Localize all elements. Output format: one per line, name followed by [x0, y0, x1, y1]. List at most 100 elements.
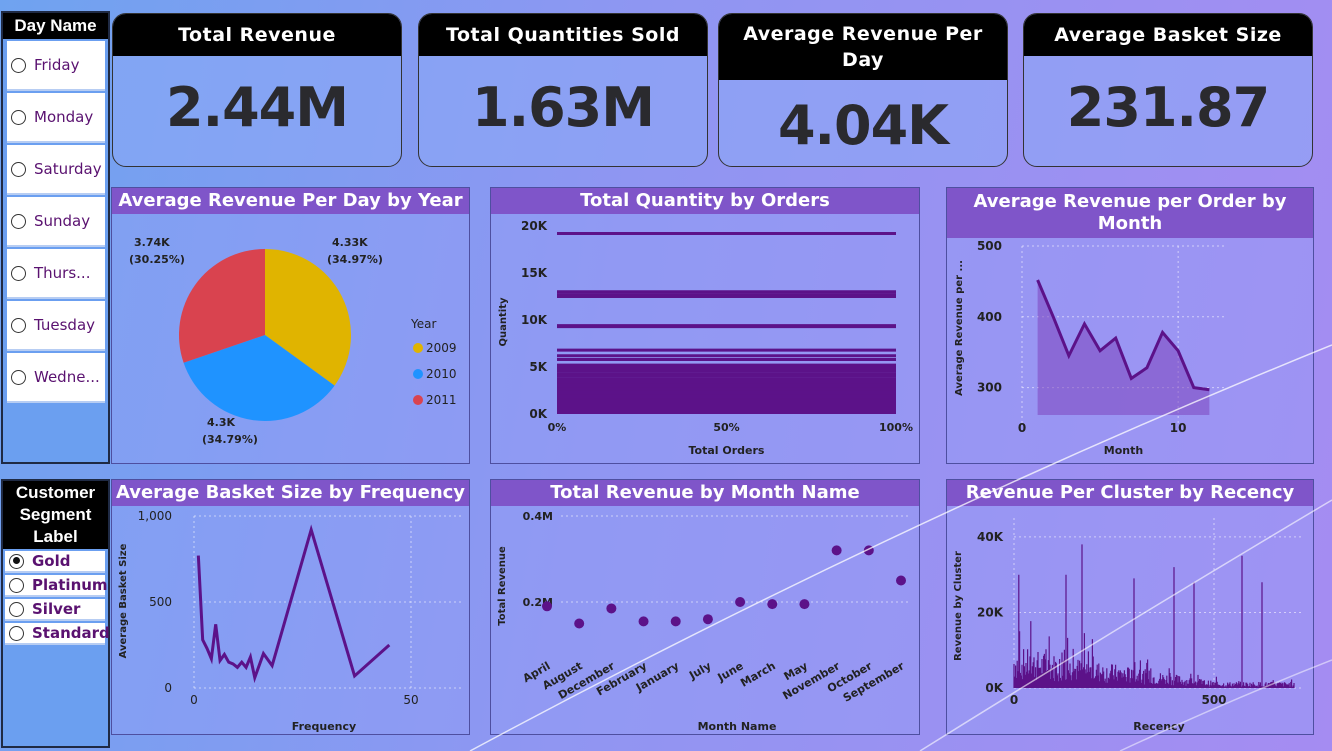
- y-tick-label: 400: [977, 310, 1002, 324]
- x-tick-label: 0: [1010, 693, 1018, 707]
- quantity-bar: [557, 399, 896, 414]
- day-option[interactable]: Friday: [7, 41, 105, 91]
- y-tick-label: 500: [149, 595, 172, 609]
- kpi-value: 2.44M: [166, 76, 349, 139]
- series-line: [196, 524, 391, 684]
- day-option[interactable]: Thurs...: [7, 249, 105, 299]
- chart-title: Average Revenue Per Day by Year: [112, 188, 469, 214]
- kpi-avg-revenue-day: Average Revenue Per Day 4.04K: [718, 13, 1008, 167]
- day-option-label: Monday: [34, 108, 94, 126]
- segment-option-label: Standard: [32, 624, 110, 642]
- x-tick-label: 10: [1170, 421, 1187, 435]
- radio-icon[interactable]: [9, 577, 24, 593]
- chart-title: Average Basket Size by Frequency: [112, 480, 469, 506]
- chart-basket-freq-panel: Average Basket Size by Frequency 0 500 1,0…: [111, 479, 470, 735]
- day-option[interactable]: Saturday: [7, 145, 105, 195]
- day-option-label: Sunday: [34, 212, 91, 230]
- y-tick-label: 0K: [529, 407, 547, 421]
- data-point: [735, 597, 746, 607]
- chart-title: Total Quantity by Orders: [491, 188, 919, 214]
- data-point: [606, 603, 617, 614]
- data-point: [831, 545, 842, 556]
- y-tick-label: 1,000: [138, 509, 172, 523]
- legend-label: 2011: [426, 393, 457, 407]
- y-tick-label: 500: [977, 239, 1002, 253]
- y-tick-label: 40K: [977, 530, 1004, 544]
- chart-title: Revenue Per Cluster by Recency: [947, 480, 1313, 506]
- rev-month-name-chart: 0.2M0.4MAprilAugustDecemberFebruaryJanua…: [497, 510, 911, 733]
- area-fill: [1037, 279, 1210, 415]
- data-point: [799, 599, 810, 610]
- legend-marker: [413, 343, 423, 353]
- x-tick-label: 0%: [548, 421, 567, 434]
- y-tick-label: 0.4M: [523, 510, 553, 523]
- day-option[interactable]: Monday: [7, 93, 105, 143]
- x-axis-label: Frequency: [292, 720, 356, 733]
- radio-icon[interactable]: [9, 625, 24, 641]
- x-axis-label: Total Orders: [689, 444, 765, 457]
- chart-quantity-panel: Total Quantity by Orders 0K 5K 10K 15K 20K 0%…: [490, 187, 920, 464]
- segment-option-label: Silver: [32, 600, 81, 618]
- x-tick-label: 500: [1201, 693, 1226, 707]
- kpi-label: Average Basket Size: [1024, 14, 1312, 56]
- day-name-slicer-title: Day Name: [3, 13, 108, 39]
- x-axis-label: Month: [1104, 444, 1143, 457]
- day-option[interactable]: Wedne...: [7, 353, 105, 403]
- data-point: [542, 601, 552, 612]
- pie-value-label: 4.33K: [332, 236, 368, 249]
- radio-icon[interactable]: [11, 213, 26, 229]
- radio-icon[interactable]: [11, 161, 26, 177]
- radio-icon[interactable]: [9, 553, 24, 569]
- day-option-label: Tuesday: [34, 316, 96, 334]
- radio-icon[interactable]: [11, 109, 26, 125]
- data-point: [670, 616, 681, 627]
- data-point: [574, 618, 585, 629]
- radio-icon[interactable]: [9, 601, 24, 617]
- segment-option[interactable]: Standard: [5, 623, 110, 645]
- recency-bars: [1013, 544, 1295, 688]
- radio-icon[interactable]: [11, 369, 26, 385]
- legend-label: 2009: [426, 341, 457, 355]
- chart-title: Average Revenue per Order by Month: [947, 188, 1313, 238]
- legend-marker: [413, 369, 423, 379]
- y-tick-label: 15K: [521, 266, 548, 280]
- pie-pct-label: (30.25%): [129, 253, 185, 266]
- data-point: [896, 575, 906, 586]
- segment-slicer: Customer Segment Label Gold Platinum Silve…: [1, 479, 110, 748]
- x-tick-label: July: [686, 659, 713, 682]
- x-tick-label: March: [738, 659, 778, 689]
- pie-value-label: 3.74K: [134, 236, 170, 249]
- day-option-label: Friday: [34, 56, 80, 74]
- day-option[interactable]: Sunday: [7, 197, 105, 247]
- y-axis-label: Quantity: [498, 297, 509, 346]
- y-tick-label: 20K: [977, 605, 1004, 619]
- radio-icon[interactable]: [11, 265, 26, 281]
- basket-freq-chart: 0 500 1,000 0 50 Frequency Average Basket Size: [118, 509, 462, 733]
- pie-pct-label: (34.79%): [202, 433, 258, 446]
- kpi-avg-basket: Average Basket Size 231.87: [1023, 13, 1313, 167]
- segment-slicer-title: Customer Segment Label: [3, 481, 108, 549]
- segment-option[interactable]: Gold: [5, 551, 105, 573]
- segment-option[interactable]: Platinum: [5, 575, 108, 597]
- radio-icon[interactable]: [11, 317, 26, 333]
- data-point: [767, 599, 778, 610]
- y-axis-label: Average Basket Size: [118, 543, 129, 658]
- kpi-label: Average Revenue Per Day: [719, 14, 1007, 80]
- day-option[interactable]: Tuesday: [7, 301, 105, 351]
- x-tick-label: 100%: [879, 421, 913, 434]
- chart-pie-panel: Average Revenue Per Day by Year 4.33K (34…: [111, 187, 470, 464]
- kpi-total-quantities: Total Quantities Sold 1.63M: [418, 13, 708, 167]
- chart-rev-order-month-panel: Average Revenue per Order by Month 300 40…: [946, 187, 1314, 464]
- data-point: [638, 616, 649, 627]
- segment-option[interactable]: Silver: [5, 599, 105, 621]
- kpi-label: Total Quantities Sold: [419, 14, 707, 56]
- legend-marker: [413, 395, 423, 405]
- radio-icon[interactable]: [11, 57, 26, 73]
- legend-title: Year: [410, 317, 436, 331]
- x-axis-label: Month Name: [698, 720, 777, 733]
- day-option-label: Saturday: [34, 160, 102, 178]
- rev-cluster-chart: 0K 20K 40K 0 500 Recency Revenue by Cluster: [953, 518, 1302, 733]
- x-tick-label: 0: [1018, 421, 1026, 435]
- y-tick-label: 300: [977, 381, 1002, 395]
- data-point: [863, 545, 874, 556]
